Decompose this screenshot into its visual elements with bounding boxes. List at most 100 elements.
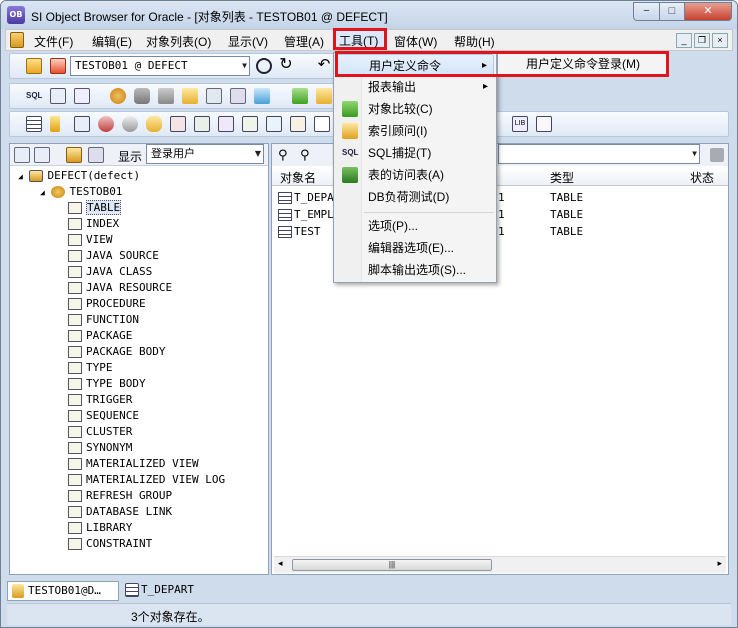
tree-node-trigger[interactable]: TRIGGER [68,392,132,408]
index-icon[interactable] [50,116,60,132]
copy-icon[interactable] [206,88,222,104]
package-body-icon[interactable] [242,116,258,132]
java-resource-icon[interactable] [146,116,162,132]
tree-view-icon[interactable] [14,147,30,163]
menu-view[interactable]: 显示(V) [228,33,268,50]
disconnect-icon[interactable] [50,58,66,74]
user-icon[interactable] [110,88,126,104]
menu-item-index-advisor[interactable]: 索引顾问(I) [336,120,494,142]
tree-node-view[interactable]: VIEW [68,232,113,248]
tree-node-user[interactable]: ◢ TESTOB01 [40,184,122,200]
col-header-status[interactable]: 状态 [690,169,714,186]
lock-open-icon[interactable] [182,88,198,104]
pages-icon[interactable] [230,88,246,104]
close-button[interactable]: ✕ [684,2,732,21]
menu-item-editor-options[interactable]: 编辑器选项(E)... [336,237,494,259]
tree-node-type[interactable]: TYPE [68,360,113,376]
col-header-name[interactable]: 对象名 [280,169,316,186]
maximize-button[interactable]: □ [659,2,685,21]
menu-item-table-access[interactable]: 表的访问表(A) [336,164,494,186]
menu-item-sql-capture[interactable]: SQL SQL捕捉(T) [336,142,494,164]
procedure-icon[interactable] [170,116,186,132]
col-header-type[interactable]: 类型 [550,169,574,186]
trigger-icon[interactable] [314,116,330,132]
collapse-icon[interactable]: ◢ [18,172,23,181]
connection-select[interactable]: TESTOB01 @ DEFECT ▼ [70,56,250,76]
display-select[interactable]: 登录用户 ▼ [146,144,264,164]
java-source-icon[interactable] [98,116,114,132]
export-icon[interactable] [254,88,270,104]
menu-tools[interactable]: 工具(T) [333,28,387,50]
grid-icon[interactable] [74,88,90,104]
menu-item-options[interactable]: 选项(P)... [336,215,494,237]
tree-node-refresh-group[interactable]: REFRESH GROUP [68,488,172,504]
view-icon[interactable] [74,116,90,132]
sql-icon[interactable]: SQL [26,88,42,104]
minimize-button[interactable]: − [633,2,660,21]
tree-node-java-class[interactable]: JAVA CLASS [68,264,152,280]
tree-node-sequence[interactable]: SEQUENCE [68,408,139,424]
tree-node-java-resource[interactable]: JAVA RESOURCE [68,280,172,296]
binoculars-icon[interactable]: ⚲ [278,147,288,163]
compare-icon[interactable] [292,88,308,104]
function-icon[interactable] [194,116,210,132]
tab-t-depart[interactable]: T_DEPART [121,581,231,601]
filter-select[interactable]: ▼ [498,144,700,164]
tree-node-cluster[interactable]: CLUSTER [68,424,132,440]
menu-help[interactable]: 帮助(H) [454,33,495,50]
menu-object-list[interactable]: 对象列表(O) [146,33,211,50]
lock-icon[interactable] [158,88,174,104]
package-icon[interactable] [218,116,234,132]
mdi-minimize-icon[interactable]: _ [676,33,692,48]
menu-window[interactable]: 窗体(W) [394,33,437,50]
tree-node-package[interactable]: PACKAGE [68,328,132,344]
stop-icon[interactable] [710,148,724,162]
db-filter-icon[interactable] [66,147,82,163]
menu-item-db-load-test[interactable]: DB负荷测试(D) [336,186,494,208]
tree-node-table[interactable]: TABLE [68,200,122,216]
binoculars-next-icon[interactable]: ⚲ [300,147,310,163]
tree-node-function[interactable]: FUNCTION [68,312,139,328]
type-body-icon[interactable] [290,116,306,132]
tab-object-list[interactable]: TESTOB01@D… [7,581,119,601]
tree-node-materialized-view[interactable]: MATERIALIZED VIEW [68,456,199,472]
database-icon[interactable] [134,88,150,104]
commit-icon[interactable] [256,58,272,74]
advisor-icon[interactable] [316,88,332,104]
mdi-close-icon[interactable]: × [712,33,728,48]
collapse-icon[interactable]: ◢ [40,188,45,197]
tree-node-database[interactable]: ◢ DEFECT(defect) [18,168,140,184]
horizontal-scrollbar[interactable]: ◂ ||| ▸ [274,556,726,573]
tree-node-index[interactable]: INDEX [68,216,119,232]
menu-item-object-compare[interactable]: 对象比较(C) [336,98,494,120]
menu-file[interactable]: 文件(F) [34,33,73,50]
tree-node-constraint[interactable]: CONSTRAINT [68,536,152,552]
tree-node-java-source[interactable]: JAVA SOURCE [68,248,159,264]
scroll-left-icon[interactable]: ◂ [278,558,283,569]
menu-manage[interactable]: 管理(A) [284,33,324,50]
list-view-icon[interactable] [34,147,50,163]
tree-node-package-body[interactable]: PACKAGE BODY [68,344,165,360]
type-icon[interactable] [266,116,282,132]
constraint-icon[interactable] [536,116,552,132]
tree-node-type-body[interactable]: TYPE BODY [68,376,146,392]
undo-icon[interactable]: ↶ [316,57,332,74]
menu-edit[interactable]: 编辑(E) [92,33,132,50]
connect-icon[interactable] [26,58,42,74]
tree-node-database-link[interactable]: DATABASE LINK [68,504,172,520]
table-icon[interactable] [26,116,42,132]
tree-node-synonym[interactable]: SYNONYM [68,440,132,456]
library-icon[interactable]: LIB [512,116,528,132]
java-class-icon[interactable] [122,116,138,132]
scroll-right-icon[interactable]: ▸ [717,558,722,569]
script-icon[interactable] [50,88,66,104]
tree-node-library[interactable]: LIBRARY [68,520,132,536]
tree-node-materialized-view-log[interactable]: MATERIALIZED VIEW LOG [68,472,225,488]
menu-item-script-output-options[interactable]: 脚本输出选项(S)... [336,259,494,281]
refresh-icon[interactable]: ↻ [278,57,294,74]
scroll-thumb[interactable]: ||| [292,559,492,571]
schema-filter-icon[interactable] [88,147,104,163]
tree-node-procedure[interactable]: PROCEDURE [68,296,146,312]
menu-item-report-output[interactable]: 报表输出 ▸ [336,76,494,98]
mdi-restore-icon[interactable]: ❐ [694,33,710,48]
